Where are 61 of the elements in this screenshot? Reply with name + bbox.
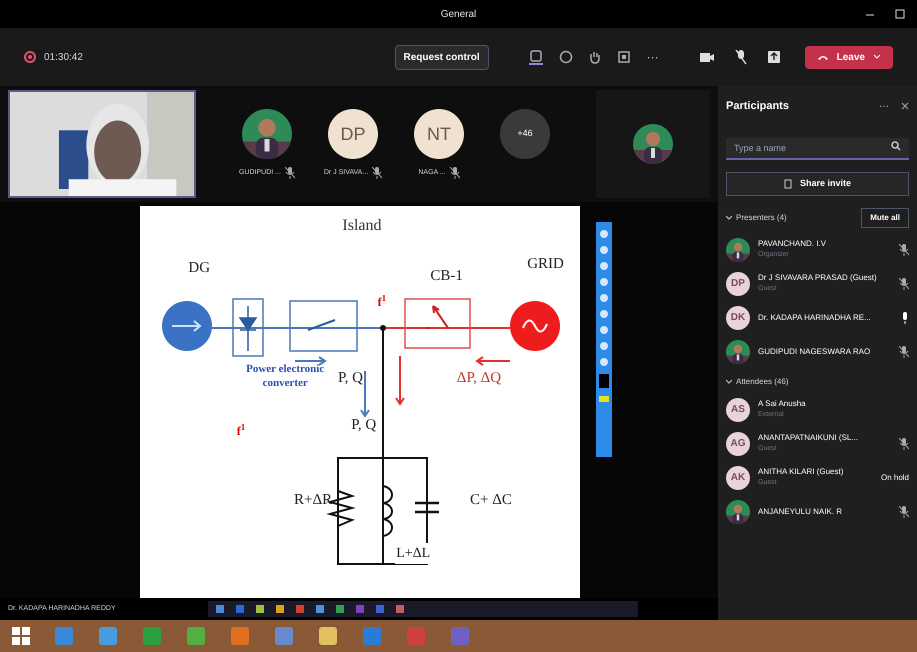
participant-name: ANITHA KILARI (Guest) xyxy=(758,466,844,478)
phone-icon xyxy=(816,53,829,61)
mic-off-icon[interactable] xyxy=(734,49,747,65)
more-button[interactable]: ··· xyxy=(879,98,889,114)
overflow-count[interactable]: +46 xyxy=(500,109,550,160)
participant-name: ANJANEYULU NAIK. R xyxy=(758,506,842,518)
leave-button[interactable]: Leave xyxy=(804,46,893,68)
inductor-label: L+ΔL xyxy=(395,543,432,564)
participant-name: Dr J SIVAVARA PRASAD (Guest) xyxy=(758,272,877,284)
close-icon[interactable] xyxy=(901,102,909,110)
maximize-icon[interactable] xyxy=(895,8,905,20)
frequency-label: f$^{1}$ xyxy=(378,292,386,311)
annotation-toolbar[interactable] xyxy=(596,222,612,458)
mic-off-icon xyxy=(372,167,382,180)
app-icon[interactable] xyxy=(318,626,338,646)
windows-icon[interactable] xyxy=(12,627,30,645)
more-button[interactable]: ··· xyxy=(646,48,659,66)
mute-all-button[interactable]: Mute all xyxy=(861,208,909,228)
participant-name: Dr. KADAPA HARINADHA RE... xyxy=(758,312,871,324)
meeting-timer: 01:30:42 xyxy=(44,50,83,64)
delta-power-label: ΔP, ΔQ xyxy=(456,369,502,388)
status-text: On hold xyxy=(880,472,909,484)
avatar: DK xyxy=(726,306,750,330)
mic-off-icon xyxy=(285,167,295,180)
chevron-down-icon[interactable] xyxy=(726,378,732,384)
breaker-label: CB-1 xyxy=(430,267,463,286)
section-title: Attendees (46) xyxy=(736,376,788,388)
frequency-label: f$^{1}$ xyxy=(236,422,246,440)
avatar: AK xyxy=(726,466,750,490)
search-icon[interactable] xyxy=(891,140,901,150)
avatar: DP xyxy=(328,109,378,160)
rooms-icon[interactable] xyxy=(616,50,631,64)
source-label: DG xyxy=(188,259,210,278)
request-control-button[interactable]: Request control xyxy=(394,44,489,70)
power-label: P, Q xyxy=(351,416,376,436)
participant-name: PAVANCHAND. I.V xyxy=(758,238,826,250)
grid-label: GRID xyxy=(527,255,564,274)
share-icon[interactable] xyxy=(766,50,781,64)
avatar: NT xyxy=(414,109,464,160)
search-field[interactable]: Type a name xyxy=(726,138,909,160)
avatar: AS xyxy=(726,398,750,422)
participants-icon[interactable] xyxy=(528,49,543,65)
hand-icon[interactable] xyxy=(588,50,601,64)
participant-name: A Sai Anusha xyxy=(758,398,806,410)
chevron-down-icon[interactable] xyxy=(726,214,732,220)
panel-title: Participants xyxy=(726,99,789,114)
share-invite-button[interactable]: Share invite xyxy=(726,172,909,196)
avatar: AG xyxy=(726,432,750,456)
caret-icon xyxy=(873,54,881,60)
participant-name: GUDIPUDI NAGESWARA RAO xyxy=(758,346,870,358)
window-title: General xyxy=(440,8,476,22)
participant-name: ANANTAPATNAIKUNI (SL... xyxy=(758,432,858,444)
capacitor-label: C+ ΔC xyxy=(470,490,512,510)
section-title: Presenters (4) xyxy=(736,212,787,224)
camera-off-icon[interactable] xyxy=(698,50,715,64)
mic-off-icon xyxy=(450,167,460,180)
slide-title: Island xyxy=(342,216,382,236)
power-label: P, Q xyxy=(338,369,364,388)
avatar: DP xyxy=(726,272,750,296)
resistor-label: R+ΔR xyxy=(294,490,332,510)
record-icon xyxy=(24,51,36,63)
